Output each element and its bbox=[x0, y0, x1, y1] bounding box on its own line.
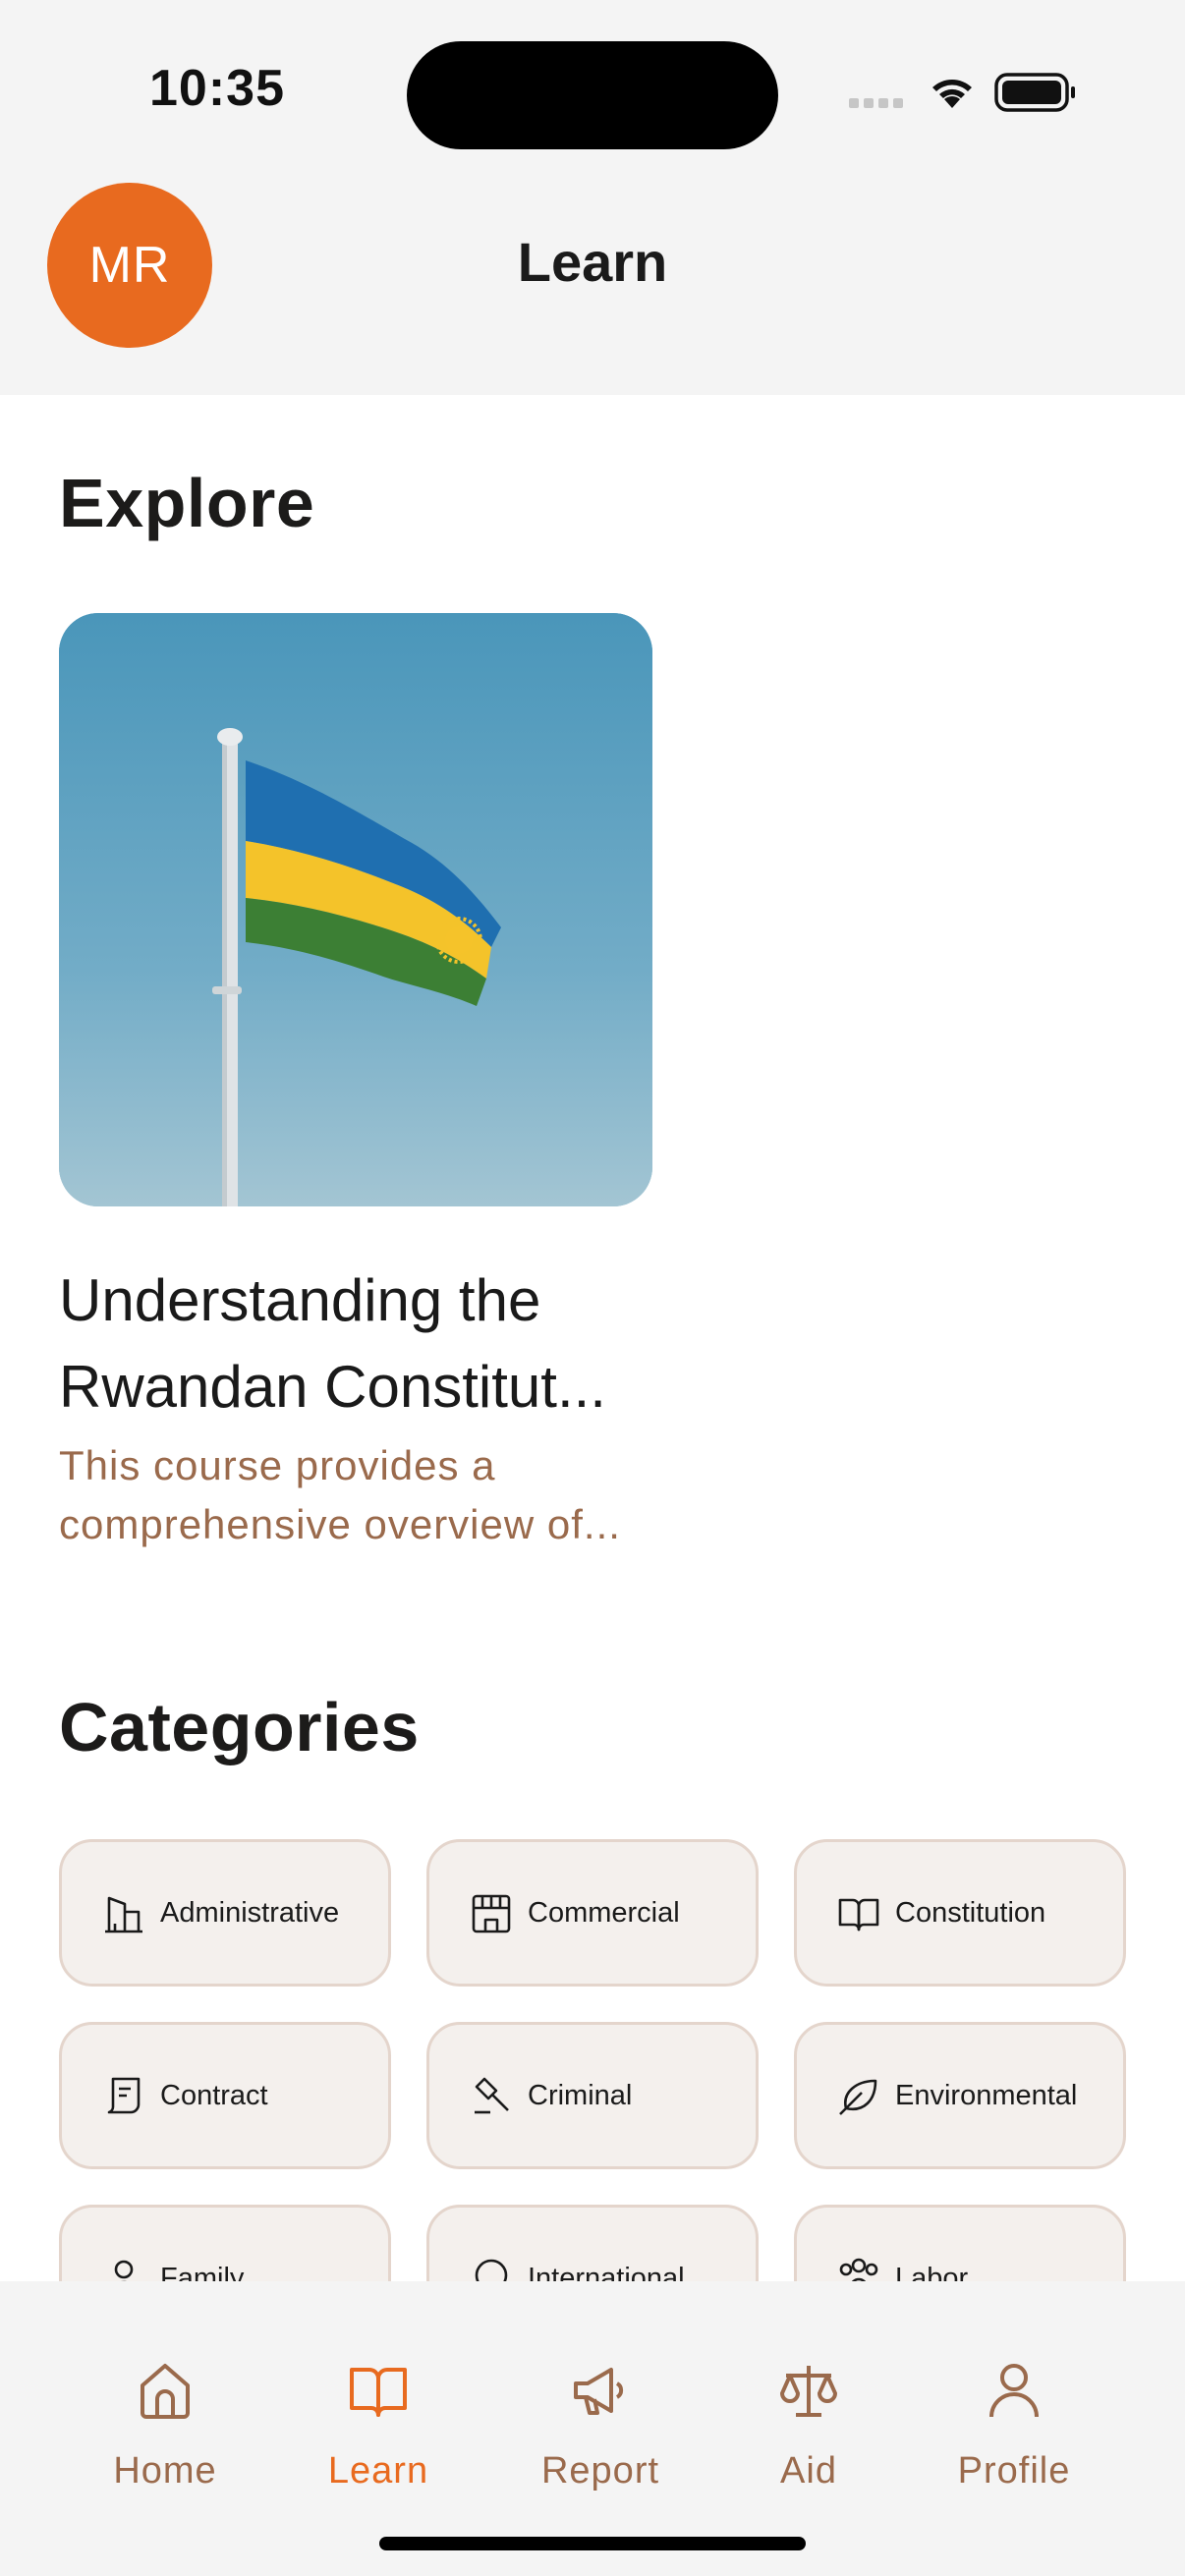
group-icon bbox=[839, 2258, 878, 2281]
course-card-image[interactable] bbox=[59, 613, 652, 1206]
category-label: Contract bbox=[160, 2079, 268, 2111]
cellular-signal-icon bbox=[849, 98, 903, 108]
rwanda-flag-image bbox=[59, 613, 652, 1206]
nav-label-home: Home bbox=[113, 2450, 217, 2492]
scales-icon bbox=[780, 2366, 837, 2417]
user-icon bbox=[989, 2364, 1039, 2418]
leaf-icon bbox=[839, 2079, 877, 2115]
course-description: This course provides a comprehensive ove… bbox=[59, 1442, 621, 1547]
category-criminal[interactable]: Criminal bbox=[426, 2022, 759, 2169]
status-icons bbox=[849, 73, 1075, 112]
explore-heading: Explore bbox=[59, 465, 315, 541]
megaphone-icon bbox=[574, 2368, 624, 2415]
course-title[interactable]: Understanding the Rwandan Constitut... bbox=[59, 1258, 668, 1430]
dynamic-island bbox=[407, 41, 778, 149]
gavel-icon bbox=[475, 2077, 509, 2114]
building-icon bbox=[105, 1896, 142, 1933]
category-contract[interactable]: Contract bbox=[59, 2022, 391, 2169]
nav-item-report[interactable]: Report bbox=[502, 2358, 699, 2535]
nav-label-profile: Profile bbox=[957, 2450, 1071, 2492]
categories-heading: Categories bbox=[59, 1689, 420, 1765]
category-international[interactable]: International bbox=[426, 2205, 759, 2281]
home-indicator bbox=[379, 2537, 806, 2550]
book-open-icon bbox=[350, 2368, 407, 2417]
nav-label-learn: Learn bbox=[327, 2450, 429, 2492]
top-bar: 10:35 MR Learn bbox=[0, 0, 1185, 395]
nav-item-learn[interactable]: Learn bbox=[280, 2358, 477, 2535]
category-environmental[interactable]: Environmental bbox=[794, 2022, 1126, 2169]
category-label: Labor bbox=[895, 2262, 969, 2282]
status-time: 10:35 bbox=[149, 60, 285, 117]
globe-icon bbox=[475, 2259, 508, 2281]
battery-icon bbox=[994, 73, 1075, 112]
category-labor[interactable]: Labor bbox=[794, 2205, 1126, 2281]
storefront-icon bbox=[472, 1894, 511, 1933]
page-title: Learn bbox=[517, 231, 668, 293]
book-open-icon bbox=[838, 1898, 879, 1932]
category-commercial[interactable]: Commercial bbox=[426, 1839, 759, 1987]
nav-label-aid: Aid bbox=[780, 2450, 837, 2492]
category-label: Administrative bbox=[160, 1896, 340, 1929]
category-label: Family bbox=[160, 2262, 245, 2282]
category-label: International bbox=[528, 2262, 685, 2282]
category-label: Environmental bbox=[895, 2079, 1078, 2111]
category-constitution[interactable]: Constitution bbox=[794, 1839, 1126, 1987]
home-icon bbox=[141, 2364, 190, 2419]
nav-label-report: Report bbox=[540, 2450, 660, 2492]
category-label: Criminal bbox=[528, 2079, 633, 2111]
wifi-icon bbox=[932, 80, 972, 108]
person-icon bbox=[114, 2260, 134, 2281]
nav-item-home[interactable]: Home bbox=[67, 2358, 263, 2535]
category-label: Constitution bbox=[895, 1896, 1046, 1929]
bottom-nav: Home Learn Report Aid Profile bbox=[0, 2281, 1185, 2576]
categories-grid: Administrative Commercial Constitution C… bbox=[59, 1839, 1126, 2281]
nav-item-profile[interactable]: Profile bbox=[916, 2358, 1112, 2535]
nav-item-aid[interactable]: Aid bbox=[710, 2358, 907, 2535]
category-label: Commercial bbox=[528, 1896, 680, 1929]
category-family[interactable]: Family bbox=[59, 2205, 391, 2281]
scroll-icon bbox=[107, 2077, 141, 2114]
category-administrative[interactable]: Administrative bbox=[59, 1839, 391, 1987]
